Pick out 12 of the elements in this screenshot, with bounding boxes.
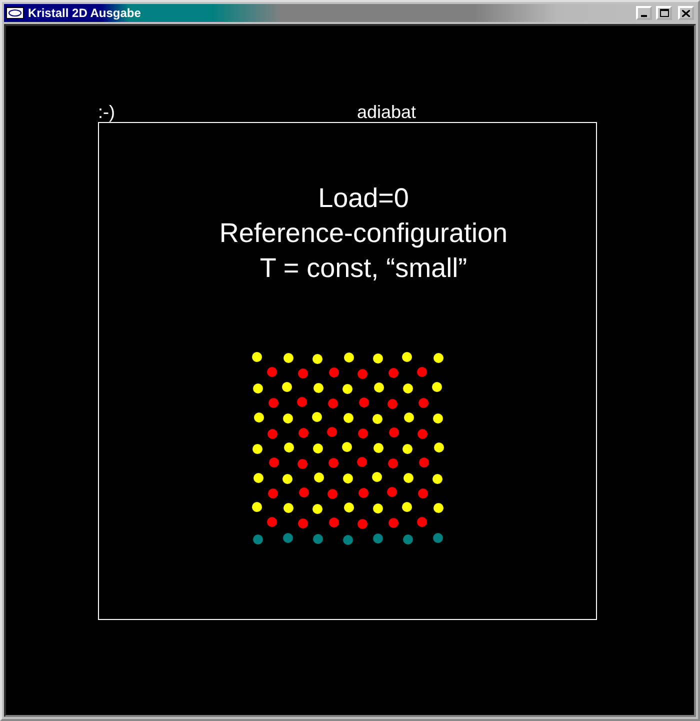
plot-caption: Reference-configuration — [219, 217, 508, 250]
app-icon — [6, 7, 24, 19]
maximize-button[interactable] — [656, 6, 672, 20]
plot-caption: Load=0 — [318, 182, 409, 215]
close-icon — [682, 10, 690, 16]
status-label: :-) — [98, 102, 115, 122]
mode-label: adiabat — [356, 102, 416, 122]
close-button[interactable] — [678, 6, 694, 20]
minimize-button[interactable] — [636, 6, 652, 20]
maximize-icon — [660, 9, 668, 17]
window-title: Kristall 2D Ausgabe — [28, 6, 142, 20]
plot-caption: T = const, “small” — [260, 252, 468, 285]
